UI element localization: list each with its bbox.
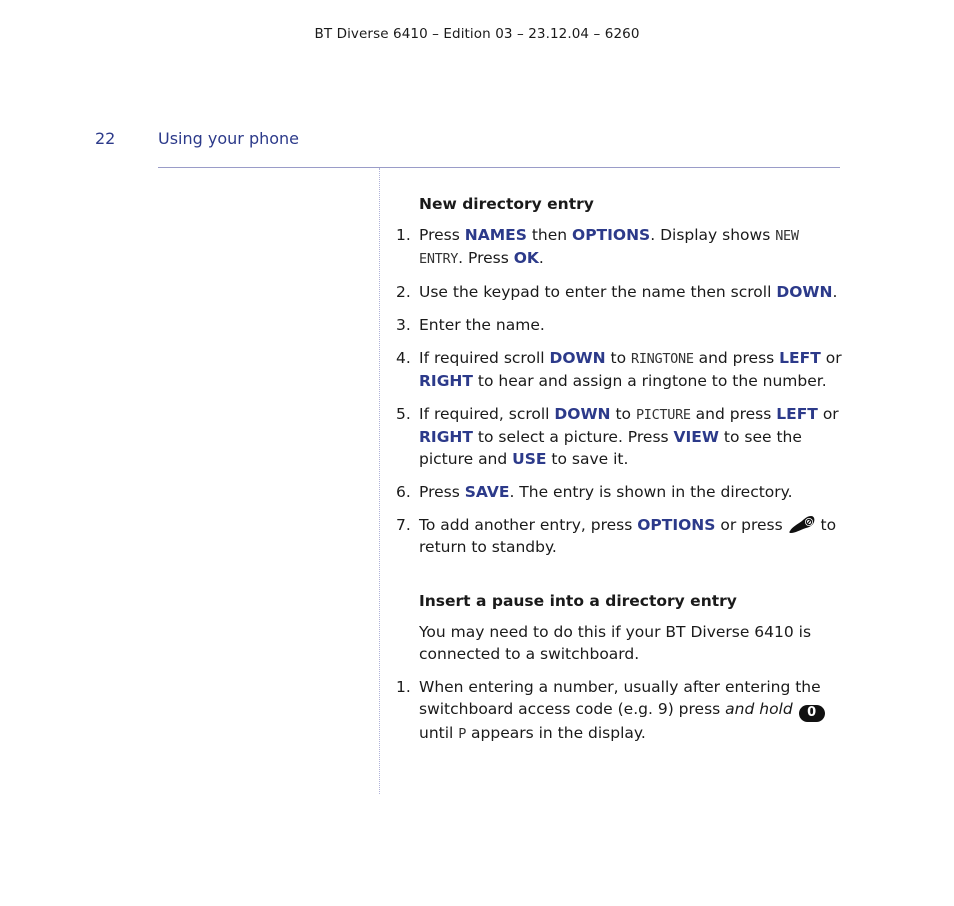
list-item: 1. When entering a number, usually after … [396, 676, 846, 745]
softkey-label: NAMES [464, 226, 527, 244]
list-item: 1. Press NAMES then OPTIONS. Display show… [396, 224, 846, 270]
softkey-label: SAVE [464, 483, 510, 501]
step-number: 6. [396, 483, 411, 501]
list-item: 5. If required, scroll DOWN to PICTURE an… [396, 403, 846, 470]
softkey-label: RIGHT [419, 428, 473, 446]
step-text: . [538, 249, 544, 267]
list-item: 4. If required scroll DOWN to RINGTONE an… [396, 347, 846, 392]
display-text: P [458, 725, 467, 742]
step-text: . [832, 283, 838, 301]
softkey-label: OPTIONS [572, 226, 651, 244]
step-text: until [419, 723, 459, 742]
display-text: PICTURE [635, 407, 691, 423]
step-text: or [817, 405, 839, 423]
end-call-handset-icon [788, 514, 816, 534]
step-number: 2. [396, 283, 411, 301]
softkey-label: LEFT [776, 405, 818, 423]
list-item: 7. To add another entry, press OPTIONS or… [396, 514, 846, 558]
list-item: 3. Enter the name. [396, 314, 846, 336]
step-text: If required scroll [419, 349, 550, 367]
step-text: appears in the display. [466, 723, 646, 742]
softkey-label: OPTIONS [637, 516, 716, 534]
step-text: . The entry is shown in the directory. [509, 483, 793, 501]
new-entry-steps: 1. Press NAMES then OPTIONS. Display show… [396, 224, 846, 558]
step-text: or press [715, 516, 788, 534]
softkey-label: RIGHT [419, 372, 473, 390]
pause-entry-heading: Insert a pause into a directory entry [419, 592, 737, 610]
step-number: 3. [396, 316, 411, 334]
step-text: or [820, 349, 842, 367]
step-text: to hear and assign a ringtone to the num… [472, 372, 827, 390]
step-text: To add another entry, press [419, 516, 638, 534]
step-text: to select a picture. Press [472, 428, 674, 446]
column-divider [379, 168, 380, 794]
step-text: to [610, 405, 636, 423]
section-title: Using your phone [158, 129, 300, 148]
step-text: Use the keypad to enter the name then sc… [419, 283, 777, 301]
step-number: 1. [396, 678, 411, 696]
softkey-label: OK [513, 249, 539, 267]
step-number: 1. [396, 226, 411, 244]
list-item: 2. Use the keypad to enter the name then … [396, 281, 846, 303]
pause-entry-steps: 1. When entering a number, usually after … [396, 676, 846, 745]
softkey-label: DOWN [554, 405, 611, 423]
softkey-label: USE [512, 450, 547, 468]
step-text: to [605, 349, 632, 367]
step-text: . Press [458, 249, 514, 267]
header-divider [158, 167, 840, 168]
step-text: to save it. [546, 450, 629, 468]
step-number: 7. [396, 516, 411, 534]
step-text: Press [419, 226, 465, 244]
document-info-header: BT Diverse 6410 – Edition 03 – 23.12.04 … [314, 26, 640, 42]
softkey-label: DOWN [776, 283, 833, 301]
step-text: Press [419, 483, 465, 501]
step-number: 4. [396, 349, 411, 367]
softkey-label: LEFT [779, 349, 821, 367]
step-text [793, 700, 798, 718]
step-number: 5. [396, 405, 411, 423]
step-text: . Display shows [650, 226, 776, 244]
display-text: RINGTONE [631, 351, 694, 367]
page-number: 22 [95, 129, 116, 148]
list-item: 6. Press SAVE. The entry is shown in the … [396, 481, 846, 503]
step-text: and press [690, 405, 777, 423]
main-content: New directory entry 1. Press NAMES then O… [396, 193, 846, 756]
pause-entry-intro: You may need to do this if your BT Diver… [419, 623, 812, 663]
keypad-zero-icon: 0 [798, 704, 825, 722]
step-text: Enter the name. [419, 316, 545, 334]
softkey-label: VIEW [673, 428, 719, 446]
step-text: and press [693, 349, 780, 367]
softkey-label: DOWN [549, 349, 606, 367]
step-text: then [526, 226, 573, 244]
new-entry-heading: New directory entry [419, 195, 594, 213]
step-text: If required, scroll [419, 405, 555, 423]
emphasis-text: and hold [725, 700, 793, 718]
